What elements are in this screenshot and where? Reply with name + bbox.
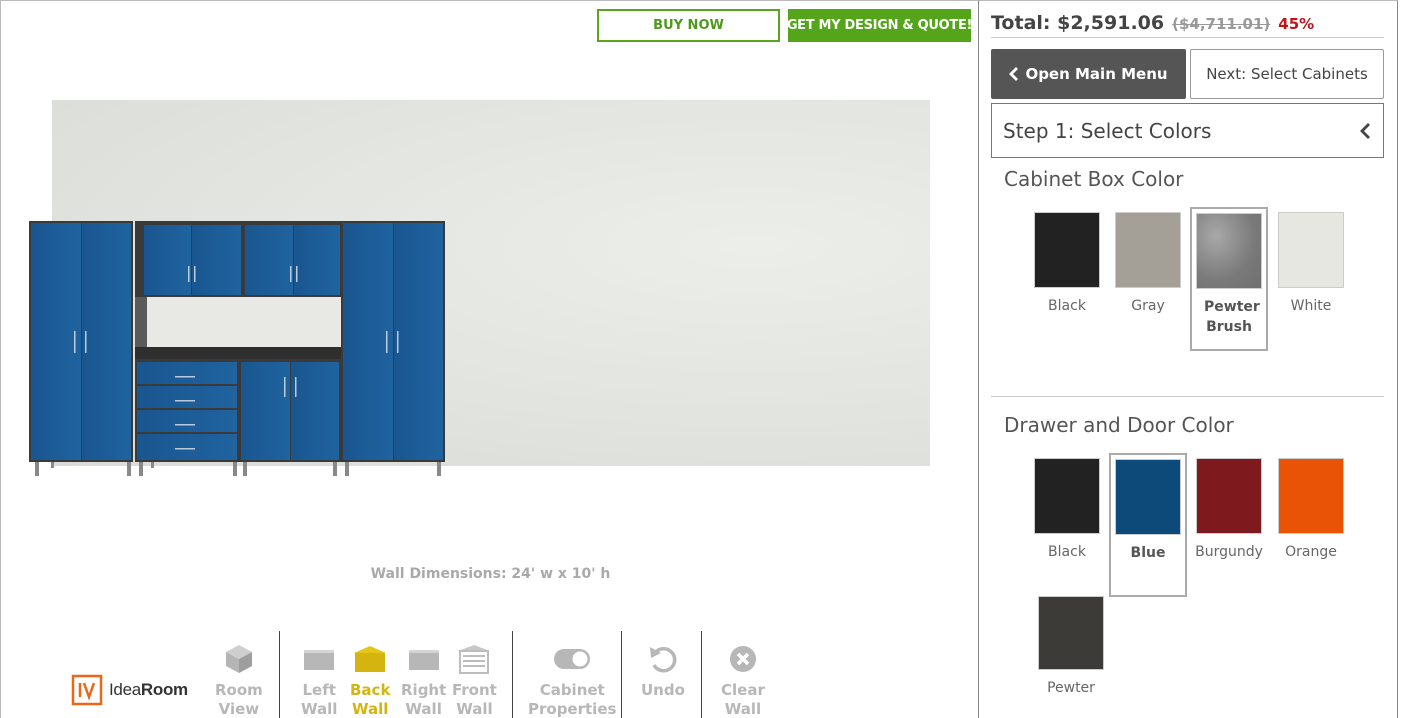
lower-drawer-cabinet[interactable] xyxy=(135,359,239,462)
cabinet-properties-label-2: Properties xyxy=(528,700,617,718)
door-color-pewter[interactable]: Pewter xyxy=(1032,596,1110,698)
front-wall-button[interactable]: Front Wall xyxy=(452,641,497,718)
next-select-cabinets-button[interactable]: Next: Select Cabinets xyxy=(1190,49,1384,99)
door-color-blue-swatch xyxy=(1115,459,1181,535)
left-wall-button[interactable]: Left Wall xyxy=(301,641,337,718)
toolbar-divider xyxy=(279,631,280,718)
door-color-blue-label: Blue xyxy=(1130,545,1166,561)
open-main-menu-label: Open Main Menu xyxy=(1025,65,1168,83)
box-color-pewter-brush[interactable]: Pewter Brush xyxy=(1190,207,1268,351)
back-wall-label-1: Back xyxy=(350,681,391,699)
section-divider xyxy=(991,396,1384,397)
front-wall-label-2: Wall xyxy=(456,700,493,718)
clear-wall-label-1: Clear xyxy=(721,681,765,699)
toolbar-divider xyxy=(701,631,702,718)
door-color-pewter-swatch xyxy=(1038,596,1104,670)
box-color-white-label: White xyxy=(1290,298,1332,314)
front-wall-label-1: Front xyxy=(452,681,497,699)
step-1-header[interactable]: Step 1: Select Colors xyxy=(991,103,1384,158)
clear-wall-button[interactable]: Clear Wall xyxy=(721,641,765,718)
open-main-menu-button[interactable]: Open Main Menu xyxy=(991,49,1186,99)
worktop[interactable] xyxy=(135,347,341,359)
step-title: Step 1: Select Colors xyxy=(1003,118,1212,143)
price-divider xyxy=(991,37,1384,38)
wall-icon xyxy=(304,650,335,670)
logo-text-plain: Idea xyxy=(109,680,141,699)
left-wall-label-1: Left xyxy=(302,681,336,699)
wall-dimensions: Wall Dimensions: 24' w x 10' h xyxy=(370,566,611,582)
wall-icon xyxy=(408,650,439,670)
wall-active-icon xyxy=(354,646,387,672)
cabinet-box-color-title: Cabinet Box Color xyxy=(1004,167,1184,191)
get-design-quote-button[interactable]: GET MY DESIGN & QUOTE! xyxy=(787,9,972,42)
design-canvas[interactable]: BUY NOW GET MY DESIGN & QUOTE! Wall Dime… xyxy=(0,0,979,718)
door-color-black-swatch xyxy=(1034,458,1100,534)
drawer-door-color-title: Drawer and Door Color xyxy=(1004,413,1234,437)
door-color-burgundy-swatch xyxy=(1196,458,1262,534)
worktop-backsplash xyxy=(135,297,341,351)
box-color-gray-label: Gray xyxy=(1131,298,1165,314)
box-color-gray-swatch xyxy=(1115,212,1181,288)
toolbar-divider xyxy=(512,631,513,718)
toggle-icon xyxy=(554,649,591,669)
cabinet-properties-label-1: Cabinet xyxy=(539,681,605,699)
box-color-gray[interactable]: Gray xyxy=(1109,212,1187,316)
box-color-black-label: Black xyxy=(1048,298,1086,314)
door-color-orange-swatch xyxy=(1278,458,1344,534)
door-color-blue[interactable]: Blue xyxy=(1109,453,1187,597)
discount-percent: 45% xyxy=(1278,15,1315,33)
undo-icon xyxy=(649,647,677,673)
room-view-label-2: View xyxy=(218,700,260,718)
tall-cabinet-right[interactable] xyxy=(341,221,445,462)
box-color-black[interactable]: Black xyxy=(1028,212,1106,316)
box-color-pewter-brush-swatch xyxy=(1196,213,1262,289)
cabinet-assembly[interactable] xyxy=(27,219,451,479)
total-price: Total: $2,591.06 xyxy=(991,12,1165,34)
door-color-pewter-label: Pewter xyxy=(1047,680,1095,696)
right-wall-label-2: Wall xyxy=(405,700,442,718)
cabinet-legs xyxy=(35,462,441,476)
door-color-orange-label: Orange xyxy=(1285,544,1337,560)
original-price: ($4,711.01) xyxy=(1172,15,1271,33)
undo-label: Undo xyxy=(641,681,685,699)
chevron-left-icon xyxy=(1360,122,1370,139)
price-summary: Total: $2,591.06 ($4,711.01) 45% xyxy=(991,12,1314,34)
door-color-orange[interactable]: Orange xyxy=(1272,458,1350,562)
toolbar-divider xyxy=(621,631,622,718)
box-color-black-swatch xyxy=(1034,212,1100,288)
right-wall-label-1: Right xyxy=(401,681,447,699)
undo-button[interactable]: Undo xyxy=(641,641,685,700)
buy-now-button[interactable]: BUY NOW xyxy=(597,9,780,42)
idearoom-logo-icon xyxy=(71,674,103,706)
door-color-black[interactable]: Black xyxy=(1028,458,1106,562)
room-view-label-1: Room xyxy=(215,681,263,699)
upper-cabinets[interactable] xyxy=(135,221,341,297)
lower-door-cabinet[interactable] xyxy=(239,359,341,462)
chevron-left-icon xyxy=(1009,67,1019,81)
cabinet-properties-button[interactable]: Cabinet Properties xyxy=(528,641,616,718)
logo-text-bold: Room xyxy=(140,680,188,699)
room-view-button[interactable]: Room View xyxy=(215,641,263,718)
clear-icon xyxy=(729,646,756,672)
door-color-burgundy[interactable]: Burgundy xyxy=(1190,458,1268,562)
door-color-black-label: Black xyxy=(1048,544,1086,560)
box-color-white-swatch xyxy=(1278,212,1344,288)
back-wall-label-2: Wall xyxy=(352,700,389,718)
right-wall-button[interactable]: Right Wall xyxy=(401,641,446,718)
garage-door-icon xyxy=(458,645,491,674)
back-wall-button[interactable]: Back Wall xyxy=(350,641,390,718)
left-wall-label-2: Wall xyxy=(301,700,338,718)
tall-cabinet-left[interactable] xyxy=(29,221,133,462)
box-color-pewter-brush-label: Pewter Brush xyxy=(1204,299,1260,335)
options-panel: Total: $2,591.06 ($4,711.01) 45% Open Ma… xyxy=(979,0,1398,718)
door-color-burgundy-label: Burgundy xyxy=(1195,544,1263,560)
clear-wall-label-2: Wall xyxy=(724,700,762,718)
cube-icon xyxy=(225,645,252,673)
idearoom-logo: IdeaRoom xyxy=(71,673,188,707)
box-color-white[interactable]: White xyxy=(1272,212,1350,316)
